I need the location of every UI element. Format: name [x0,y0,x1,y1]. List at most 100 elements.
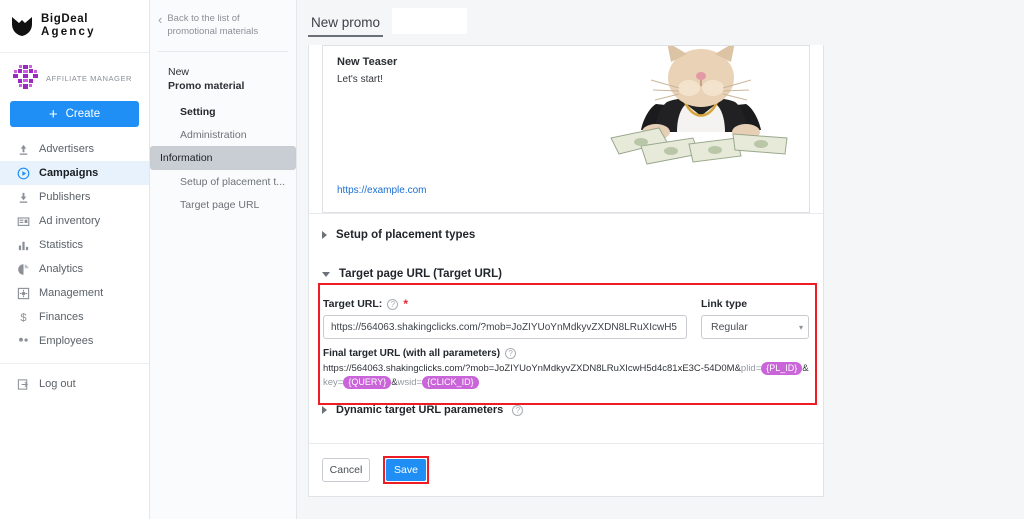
select-caret-icon: ▾ [798,322,803,332]
sidebar-item-statistics[interactable]: Statistics [0,233,149,257]
section-placement-types-label: Setup of placement types [336,229,476,241]
create-button-label: Create [65,108,101,120]
subnav-item-target-page-url[interactable]: Target page URL [150,193,296,216]
required-asterisk: * [403,297,408,311]
target-url-input[interactable]: https://564063.shakingclicks.com/?mob=Jo… [323,315,687,339]
subnav-item-setting[interactable]: Setting [150,100,296,123]
target-url-row: Target URL: ? * https://564063.shakingcl… [309,292,823,339]
section-target-url-header[interactable]: Target page URL (Target URL) [309,256,823,292]
upload-arrow-icon [16,142,30,156]
tab-placeholder-blank [392,8,468,34]
account-role-label: AFFILIATE MANAGER [46,73,132,83]
sidebar-item-analytics[interactable]: Analytics [0,257,149,281]
brand-text: BigDeal Agency [41,13,96,39]
subnav-heading-line-2: Promo material [168,80,245,92]
final-url-base: https://564063.shakingclicks.com/?mob=Jo… [323,363,741,374]
link-type-select[interactable]: Regular ▾ [701,315,809,339]
form-footer: Cancel Save [309,443,823,496]
final-url-fragment: wsid= [397,377,423,388]
chevron-left-icon: ‹ [158,12,163,27]
sidebar-nav: Advertisers Campaigns Publishers Ad invento… [0,137,149,353]
sidebar-item-label: Ad inventory [39,215,101,227]
subnav-item-label: Setup of placement t... [180,175,286,188]
subnav-item-setup-of-placement-t[interactable]: Setup of placement t... [150,170,296,193]
people-icon [16,334,30,348]
play-circle-icon [16,166,30,180]
final-url-label: Final target URL (with all parameters) ? [323,348,809,359]
sidebar-item-publishers[interactable]: Publishers [0,185,149,209]
final-url-fragment: plid= [740,363,762,374]
final-url-label-text: Final target URL (with all parameters) [323,348,501,359]
caret-right-icon [322,406,327,414]
settings-box-icon [16,286,30,300]
save-button[interactable]: Save [386,459,426,481]
subnav-item-administration[interactable]: Administration [150,123,296,146]
tab-bar: New promo [297,0,1024,37]
sidebar-item-label: Analytics [39,263,84,275]
sidebar-item-advertisers[interactable]: Advertisers [0,137,149,161]
sidebar-item-label: Statistics [39,239,84,251]
sidebar-item-ad-inventory[interactable]: Ad inventory [0,209,149,233]
main-content: New promo New Teaser Let's start! https:… [297,0,1024,519]
sidebar-divider [0,363,149,364]
sidebar-item-label: Employees [39,335,94,347]
create-button[interactable]: + Create [10,101,139,127]
tab-new-promo[interactable]: New promo [308,15,384,37]
sidebar-item-logout-label: Log out [39,378,76,390]
url-parameter-chip: {PL_ID} [761,362,803,375]
url-parameter-chip: {CLICK_ID} [422,376,479,389]
bar-chart-icon [16,238,30,252]
subnav-heading-line-1: New [168,66,190,78]
account-row[interactable]: AFFILIATE MANAGER [10,63,139,93]
sidebar-item-employees[interactable]: Employees [0,329,149,353]
cancel-button[interactable]: Cancel [322,458,370,482]
subnav-item-information[interactable]: Information [150,146,296,170]
section-dynamic-params[interactable]: Dynamic target URL parameters ? [309,396,823,424]
final-url-block: Final target URL (with all parameters) ?… [309,339,823,390]
final-url-fragment: key= [323,377,344,388]
final-url-value: https://564063.shakingclicks.com/?mob=Jo… [323,362,809,390]
svg-text:$: $ [20,312,27,324]
sidebar-item-logout[interactable]: Log out [0,372,149,396]
sidebar-item-finances[interactable]: $ Finances [0,305,149,329]
help-circle-icon[interactable]: ? [505,348,517,359]
section-placement-types[interactable]: Setup of placement types [309,213,823,256]
sidebar-item-campaigns[interactable]: Campaigns [0,161,149,185]
section-target-url: Target page URL (Target URL) Target URL:… [309,256,823,390]
preview-title: New Teaser [337,56,398,68]
target-url-label-text: Target URL: [323,298,383,310]
sidebar-item-label: Campaigns [39,167,99,179]
subnav-item-label: Setting [180,105,216,118]
caret-down-icon [322,271,330,277]
promo-form-card: New Teaser Let's start! https://example.… [308,45,824,497]
help-circle-icon[interactable]: ? [387,298,399,310]
ad-card-icon [16,214,30,228]
identicon-avatar [10,63,40,93]
section-target-url-label: Target page URL (Target URL) [339,268,502,280]
secondary-sidebar: ‹ Back to the list of promotional materi… [150,0,297,519]
preview-subtitle: Let's start! [337,74,383,85]
brand-logo[interactable]: BigDeal Agency [0,0,149,53]
sidebar-item-label: Management [39,287,104,299]
url-parameter-chip: {QUERY} [343,376,392,389]
final-url-fragment: & [802,363,809,374]
download-arrow-icon [16,190,30,204]
link-type-label: Link type [701,298,748,310]
plus-icon: + [48,105,58,123]
back-to-list-link[interactable]: ‹ Back to the list of promotional materi… [150,0,296,38]
subnav-item-label: Administration [180,128,247,141]
save-button-highlight: Save [383,456,429,484]
back-to-list-label: Back to the list of promotional material… [167,13,259,37]
preview-link[interactable]: https://example.com [337,185,426,196]
primary-sidebar: BigDeal Agency AFFILIATE MANAGER + Creat… [0,0,150,519]
sidebar-item-label: Publishers [39,191,91,203]
account-block: AFFILIATE MANAGER [0,53,149,93]
pie-chart-icon [16,262,30,276]
subnav-items: Setting Administration Information Setup of… [150,100,296,216]
sidebar-item-management[interactable]: Management [0,281,149,305]
tab-new-promo-label: New promo [311,15,381,30]
target-url-label: Target URL: ? * [323,298,687,310]
cat-in-suit-with-money-photo [601,46,801,176]
help-circle-icon[interactable]: ? [512,404,524,416]
link-type-value: Regular [711,321,748,333]
